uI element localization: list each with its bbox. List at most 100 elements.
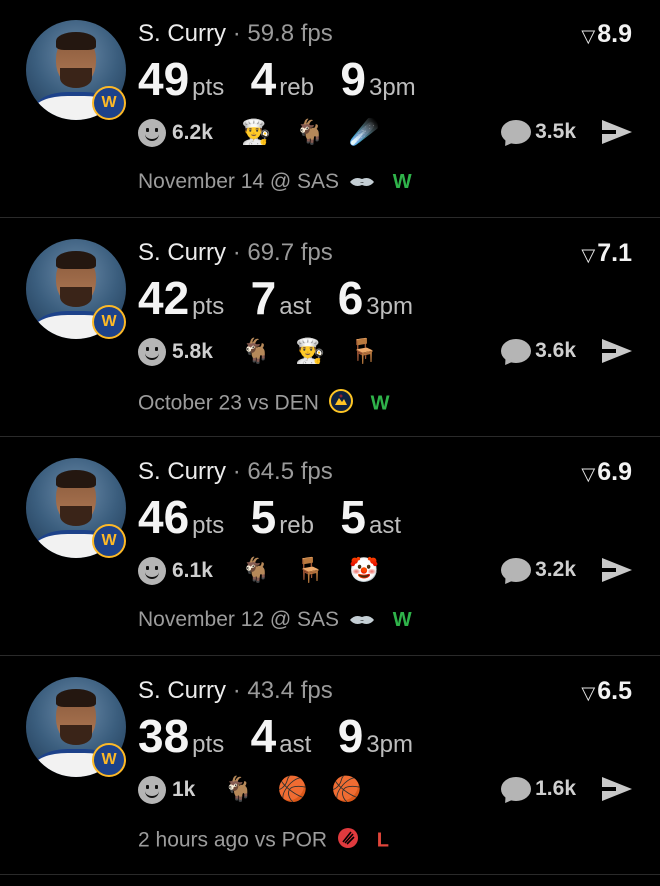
rating: ▽7.1 — [581, 239, 632, 268]
stat-unit: 3pm — [366, 731, 413, 758]
rating-icon: ▽ — [581, 245, 596, 265]
stat-unit: pts — [192, 293, 225, 320]
smiley-react-icon[interactable] — [138, 775, 166, 804]
game-meta[interactable]: 2 hours ago vs POR L — [138, 827, 389, 855]
reactions-row: 6.2k 👨‍🍳 🐐 ☄️ — [138, 118, 397, 147]
chef-emoji-icon[interactable]: 👨‍🍳 — [241, 118, 271, 147]
game-meta[interactable]: October 23 vs DEN W — [138, 389, 389, 419]
stat-line: 38 pts 4 ast 9 3pm — [138, 709, 435, 763]
reactions-row: 5.8k 🐐 👨‍🍳 🪑 — [138, 337, 397, 366]
game-result: W — [392, 609, 412, 631]
rating-value: 6.9 — [597, 458, 632, 486]
svg-text:~: ~ — [360, 619, 364, 625]
smiley-react-icon[interactable] — [138, 556, 166, 585]
fps-value: 59.8 fps — [247, 20, 333, 47]
post-card[interactable]: W S. Curry · 69.7 fps ▽7.1 42 pts 7 ast 63… — [0, 219, 660, 437]
post-header: S. Curry · 64.5 fps — [138, 458, 333, 485]
post-header: S. Curry · 43.4 fps — [138, 677, 333, 704]
player-emoji-icon[interactable]: 🏀 — [332, 775, 362, 804]
player-name[interactable]: S. Curry — [138, 239, 226, 266]
comment-bubble-icon[interactable] — [501, 777, 532, 801]
spurs-logo-icon: ~ — [349, 608, 375, 632]
comment-count[interactable]: 3.2k — [535, 558, 576, 582]
game-date: October 23 vs DEN — [138, 391, 319, 415]
nuggets-logo-icon — [328, 389, 353, 419]
comment-bubble-icon[interactable] — [501, 120, 532, 144]
stat-value: 49 — [138, 53, 190, 105]
post-card[interactable]: W S. Curry · 59.8 fps ▽8.9 49 pts 4 reb 93… — [0, 0, 660, 218]
comment-bubble-icon[interactable] — [501, 558, 532, 582]
stat-value: 9 — [340, 53, 366, 105]
stat-value: 5 — [250, 491, 277, 543]
spurs-logo-icon: ~ — [349, 170, 375, 194]
stat-item: 4 ast — [251, 709, 312, 763]
game-result: L — [376, 829, 389, 852]
player-name[interactable]: S. Curry — [138, 677, 226, 704]
rating: ▽8.9 — [581, 20, 632, 49]
game-meta[interactable]: November 12 @ SAS ~ W — [138, 608, 412, 632]
stat-value: 46 — [138, 491, 190, 543]
stat-unit: pts — [192, 512, 225, 539]
stat-value: 38 — [138, 710, 190, 762]
player-emoji-icon[interactable]: 🏀 — [278, 775, 308, 804]
stat-unit: 3pm — [366, 293, 413, 320]
share-icon[interactable] — [602, 558, 632, 582]
post-header: S. Curry · 69.7 fps — [138, 239, 333, 266]
svg-text:~: ~ — [360, 181, 364, 187]
like-count: 6.1k — [172, 558, 213, 582]
smiley-react-icon[interactable] — [138, 337, 166, 366]
stat-value: 9 — [337, 710, 364, 762]
share-icon[interactable] — [602, 777, 632, 801]
stat-line: 42 pts 7 ast 6 3pm — [138, 271, 435, 325]
comment-count[interactable]: 3.5k — [535, 120, 576, 144]
comment-count[interactable]: 3.6k — [535, 339, 576, 363]
fps-value: 64.5 fps — [247, 458, 333, 485]
game-result: W — [392, 171, 412, 193]
stat-unit: ast — [279, 293, 312, 320]
comment-bubble-icon[interactable] — [501, 339, 532, 363]
game-meta[interactable]: November 14 @ SAS ~ W — [138, 170, 412, 194]
player-name[interactable]: S. Curry — [138, 20, 226, 47]
stat-unit: pts — [192, 74, 225, 101]
chef-emoji-icon[interactable]: 👨‍🍳 — [295, 337, 325, 366]
comment-share: 3.5k — [501, 120, 632, 144]
stat-value: 42 — [138, 272, 190, 324]
comment-count[interactable]: 1.6k — [535, 777, 576, 801]
comment-share: 3.2k — [501, 558, 632, 582]
comment-share: 3.6k — [501, 339, 632, 363]
warriors-logo-icon: W — [92, 305, 126, 339]
clown-emoji-icon[interactable]: 🤡 — [349, 556, 379, 585]
stat-unit: ast — [368, 512, 401, 539]
goat-emoji-icon[interactable]: 🐐 — [295, 118, 325, 147]
post-card[interactable]: W S. Curry · 43.4 fps ▽6.5 38 pts 4 ast 93… — [0, 657, 660, 875]
game-date: November 12 @ SAS — [138, 608, 340, 631]
warriors-logo-icon: W — [92, 86, 126, 120]
warriors-logo-icon: W — [92, 743, 126, 777]
goat-emoji-icon[interactable]: 🐐 — [223, 775, 253, 804]
rating-icon: ▽ — [581, 464, 596, 484]
share-icon[interactable] — [602, 120, 632, 144]
stat-unit: reb — [279, 512, 314, 539]
rating-icon: ▽ — [581, 26, 596, 46]
game-result: W — [370, 392, 390, 415]
chair-emoji-icon[interactable]: 🪑 — [295, 556, 325, 585]
stat-item: 9 3pm — [338, 709, 413, 763]
like-count: 6.2k — [172, 120, 213, 144]
goat-emoji-icon[interactable]: 🐐 — [241, 337, 271, 366]
goat-emoji-icon[interactable]: 🐐 — [241, 556, 271, 585]
stat-value: 5 — [340, 491, 366, 543]
player-name[interactable]: S. Curry — [138, 458, 226, 485]
post-card[interactable]: W S. Curry · 64.5 fps ▽6.9 46 pts 5 reb 5a… — [0, 438, 660, 656]
game-date: 2 hours ago vs POR — [138, 828, 328, 852]
smiley-react-icon[interactable] — [138, 118, 166, 147]
stat-unit: ast — [279, 731, 312, 758]
like-count: 1k — [172, 777, 196, 801]
fps-value: 69.7 fps — [247, 239, 333, 266]
rating-value: 6.5 — [597, 677, 632, 705]
rating-icon: ▽ — [581, 683, 596, 703]
chair-emoji-icon[interactable]: 🪑 — [349, 337, 379, 366]
share-icon[interactable] — [602, 339, 632, 363]
stat-item: 46 pts — [138, 490, 224, 544]
reactions-row: 1k 🐐 🏀 🏀 — [138, 775, 379, 804]
comet-emoji-icon[interactable]: ☄️ — [349, 118, 379, 147]
